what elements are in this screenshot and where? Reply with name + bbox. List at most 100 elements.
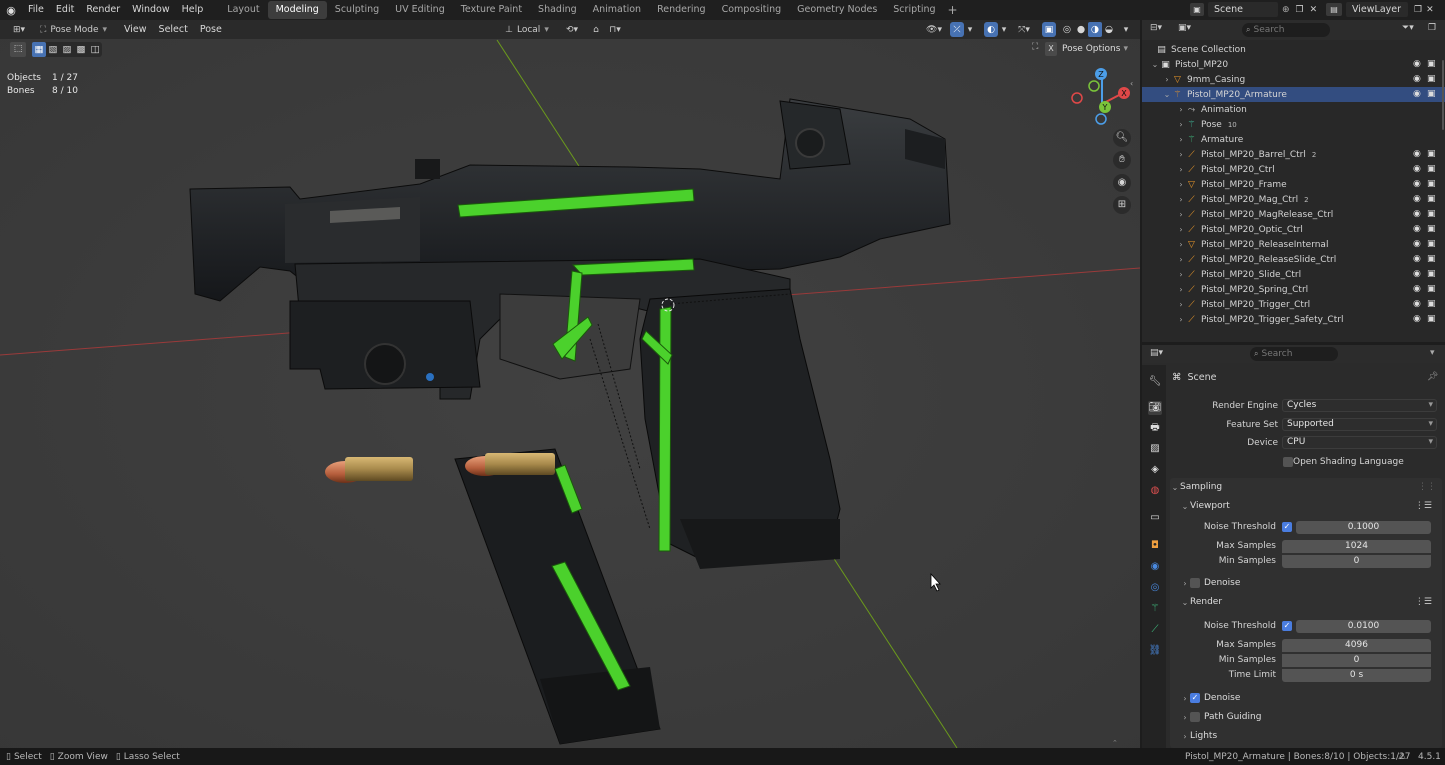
- r-max-field[interactable]: 4096: [1282, 639, 1431, 652]
- visibility-eye-icon[interactable]: ◉: [1413, 60, 1422, 69]
- outliner-item[interactable]: › ▽ Pistol_MP20_Frame ◉ ▣: [1142, 177, 1445, 192]
- vp-max-field[interactable]: 1024: [1282, 540, 1431, 553]
- pan-hand-icon[interactable]: ✋︎: [1113, 151, 1131, 169]
- collapse-arrow-icon[interactable]: ›: [1176, 150, 1186, 159]
- r-noise-field[interactable]: 0.0100: [1296, 620, 1431, 633]
- select-extend-icon[interactable]: ▧: [46, 42, 60, 57]
- tool-tab-icon[interactable]: 🔧︎: [1148, 375, 1162, 389]
- outliner-scene-collection[interactable]: ▤ Scene Collection: [1142, 42, 1445, 57]
- bone-tab-icon[interactable]: ⟋: [1148, 623, 1162, 637]
- tab-uv-editing[interactable]: UV Editing: [387, 1, 453, 19]
- tab-texture-paint[interactable]: Texture Paint: [453, 1, 530, 19]
- properties-editor-type-button[interactable]: ▤▾: [1150, 348, 1163, 358]
- render-camera-icon[interactable]: ▣: [1427, 210, 1436, 219]
- perspective-toggle-icon[interactable]: ⊞: [1113, 196, 1131, 214]
- sidebar-toggle-icon[interactable]: ‹: [1130, 79, 1138, 89]
- menu-help[interactable]: Help: [176, 0, 210, 20]
- render-subpanel-header[interactable]: ⌄ Render ⋮☰: [1180, 593, 1438, 611]
- menu-window[interactable]: Window: [126, 0, 175, 20]
- visibility-eye-icon[interactable]: ◉: [1413, 180, 1422, 189]
- collapse-arrow-icon[interactable]: ›: [1176, 135, 1186, 144]
- outliner-item[interactable]: ⌄ ⚚ Pistol_MP20_Armature ◉ ▣: [1142, 87, 1445, 102]
- new-collection-icon[interactable]: ❐: [1428, 23, 1436, 33]
- shading-options-button[interactable]: ▾: [1120, 22, 1132, 37]
- render-camera-icon[interactable]: ▣: [1427, 255, 1436, 264]
- menu-view[interactable]: View: [118, 20, 153, 40]
- visibility-eye-icon[interactable]: ◉: [1413, 75, 1422, 84]
- visibility-eye-icon[interactable]: ◉: [1413, 315, 1422, 324]
- outliner-display-mode-button[interactable]: ▣▾: [1178, 23, 1191, 33]
- world-tab-icon[interactable]: ◍: [1148, 484, 1162, 498]
- gizmo-toggle[interactable]: ⤫: [950, 22, 964, 37]
- blender-logo-icon[interactable]: ◉: [0, 0, 22, 20]
- scene-tab-icon[interactable]: ◈: [1148, 463, 1162, 477]
- add-workspace-icon[interactable]: +: [948, 3, 958, 17]
- collapse-arrow-icon[interactable]: ›: [1176, 195, 1186, 204]
- pin-icon[interactable]: ⊕: [1282, 5, 1290, 15]
- outliner-scrollbar[interactable]: [1442, 60, 1444, 130]
- bone-constraint-tab-icon[interactable]: ⛓︎: [1148, 644, 1162, 658]
- remove-view-layer-icon[interactable]: ✕: [1426, 5, 1434, 15]
- tab-shading[interactable]: Shading: [530, 1, 585, 19]
- collapse-arrow-icon[interactable]: ›: [1176, 240, 1186, 249]
- collapse-arrow-icon[interactable]: ›: [1176, 285, 1186, 294]
- path-guiding-checkbox[interactable]: [1190, 712, 1200, 722]
- render-tab-icon[interactable]: 📷︎: [1148, 401, 1162, 415]
- tab-sculpting[interactable]: Sculpting: [327, 1, 387, 19]
- select-invert-icon[interactable]: ▩: [74, 42, 88, 57]
- feature-set-dropdown[interactable]: Supported ▾: [1282, 418, 1437, 431]
- viewport-scene[interactable]: Z X Y: [0, 39, 1140, 748]
- visibility-eye-icon[interactable]: ◉: [1413, 210, 1422, 219]
- render-camera-icon[interactable]: ▣: [1427, 270, 1436, 279]
- outliner-editor-type-button[interactable]: ⊟▾: [1150, 23, 1162, 33]
- properties-options-icon[interactable]: ▾: [1430, 348, 1435, 358]
- outliner-root-collection[interactable]: ⌄ ▣ Pistol_MP20 ◉ ▣: [1142, 57, 1445, 72]
- menu-select[interactable]: Select: [153, 20, 194, 40]
- mirror-x-button[interactable]: X: [1045, 42, 1057, 56]
- render-camera-icon[interactable]: ▣: [1427, 315, 1436, 324]
- modifier-tab-icon[interactable]: ◉: [1148, 560, 1162, 574]
- outliner-item[interactable]: › ▽ 9mm_Casing ◉ ▣: [1142, 72, 1445, 87]
- r-time-field[interactable]: 0 s: [1282, 669, 1431, 682]
- presets-icon[interactable]: ⋮☰: [1415, 501, 1432, 511]
- vp-noise-field[interactable]: 0.1000: [1296, 521, 1431, 534]
- transform-affect-icon[interactable]: ⛶: [1032, 42, 1044, 56]
- filter-icon[interactable]: ⏷▾: [1402, 23, 1414, 33]
- material-shading-icon[interactable]: ◑: [1088, 22, 1102, 37]
- expand-arrow-icon[interactable]: ⌄: [1150, 60, 1160, 69]
- device-dropdown[interactable]: CPU ▾: [1282, 436, 1437, 449]
- collapse-arrow-icon[interactable]: ›: [1162, 75, 1172, 84]
- select-subtract-icon[interactable]: ▨: [60, 42, 74, 57]
- render-camera-icon[interactable]: ▣: [1427, 240, 1436, 249]
- render-camera-icon[interactable]: ▣: [1427, 195, 1436, 204]
- collapse-arrow-icon[interactable]: ›: [1176, 225, 1186, 234]
- collapse-arrow-icon[interactable]: ›: [1176, 300, 1186, 309]
- path-guiding-subpanel-header[interactable]: › Path Guiding: [1180, 708, 1438, 726]
- collapse-arrow-icon[interactable]: ›: [1176, 210, 1186, 219]
- visibility-eye-icon[interactable]: ◉: [1413, 240, 1422, 249]
- vp-noise-checkbox[interactable]: ✓: [1282, 522, 1292, 532]
- r-min-field[interactable]: 0: [1282, 654, 1431, 667]
- lights-subpanel-header[interactable]: › Lights: [1180, 727, 1438, 745]
- expand-arrow-icon[interactable]: ⌄: [1162, 90, 1172, 99]
- visibility-eye-icon[interactable]: ◉: [1413, 270, 1422, 279]
- render-camera-icon[interactable]: ▣: [1427, 180, 1436, 189]
- bone-overlay-button[interactable]: ⤧▾: [1012, 22, 1036, 37]
- select-box-tool-button[interactable]: ⬚: [10, 42, 26, 57]
- rendered-shading-icon[interactable]: ◒: [1102, 22, 1116, 37]
- outliner-item[interactable]: › ⤳ Animation: [1142, 102, 1445, 117]
- snap-toggle[interactable]: ⌂: [588, 22, 604, 37]
- overlays-options-button[interactable]: ▾: [999, 22, 1009, 37]
- outliner-item[interactable]: › ⟋ Pistol_MP20_ReleaseSlide_Ctrl ◉ ▣: [1142, 252, 1445, 267]
- camera-view-icon[interactable]: ◉: [1113, 174, 1131, 192]
- pose-options-dropdown[interactable]: Pose Options ▾: [1062, 42, 1136, 56]
- render-engine-dropdown[interactable]: Cycles ▾: [1282, 399, 1437, 412]
- outliner-item[interactable]: › ⟋ Pistol_MP20_Optic_Ctrl ◉ ▣: [1142, 222, 1445, 237]
- visibility-eye-icon[interactable]: ◉: [1413, 165, 1422, 174]
- select-new-icon[interactable]: ▦: [32, 42, 46, 57]
- outliner-item[interactable]: › ⟋ Pistol_MP20_Ctrl ◉ ▣: [1142, 162, 1445, 177]
- remove-scene-icon[interactable]: ✕: [1310, 5, 1318, 15]
- tab-modeling[interactable]: Modeling: [267, 1, 327, 19]
- sampling-header[interactable]: ⌄ Sampling ⋮⋮: [1170, 478, 1442, 496]
- denoise-viewport-checkbox[interactable]: [1190, 578, 1200, 588]
